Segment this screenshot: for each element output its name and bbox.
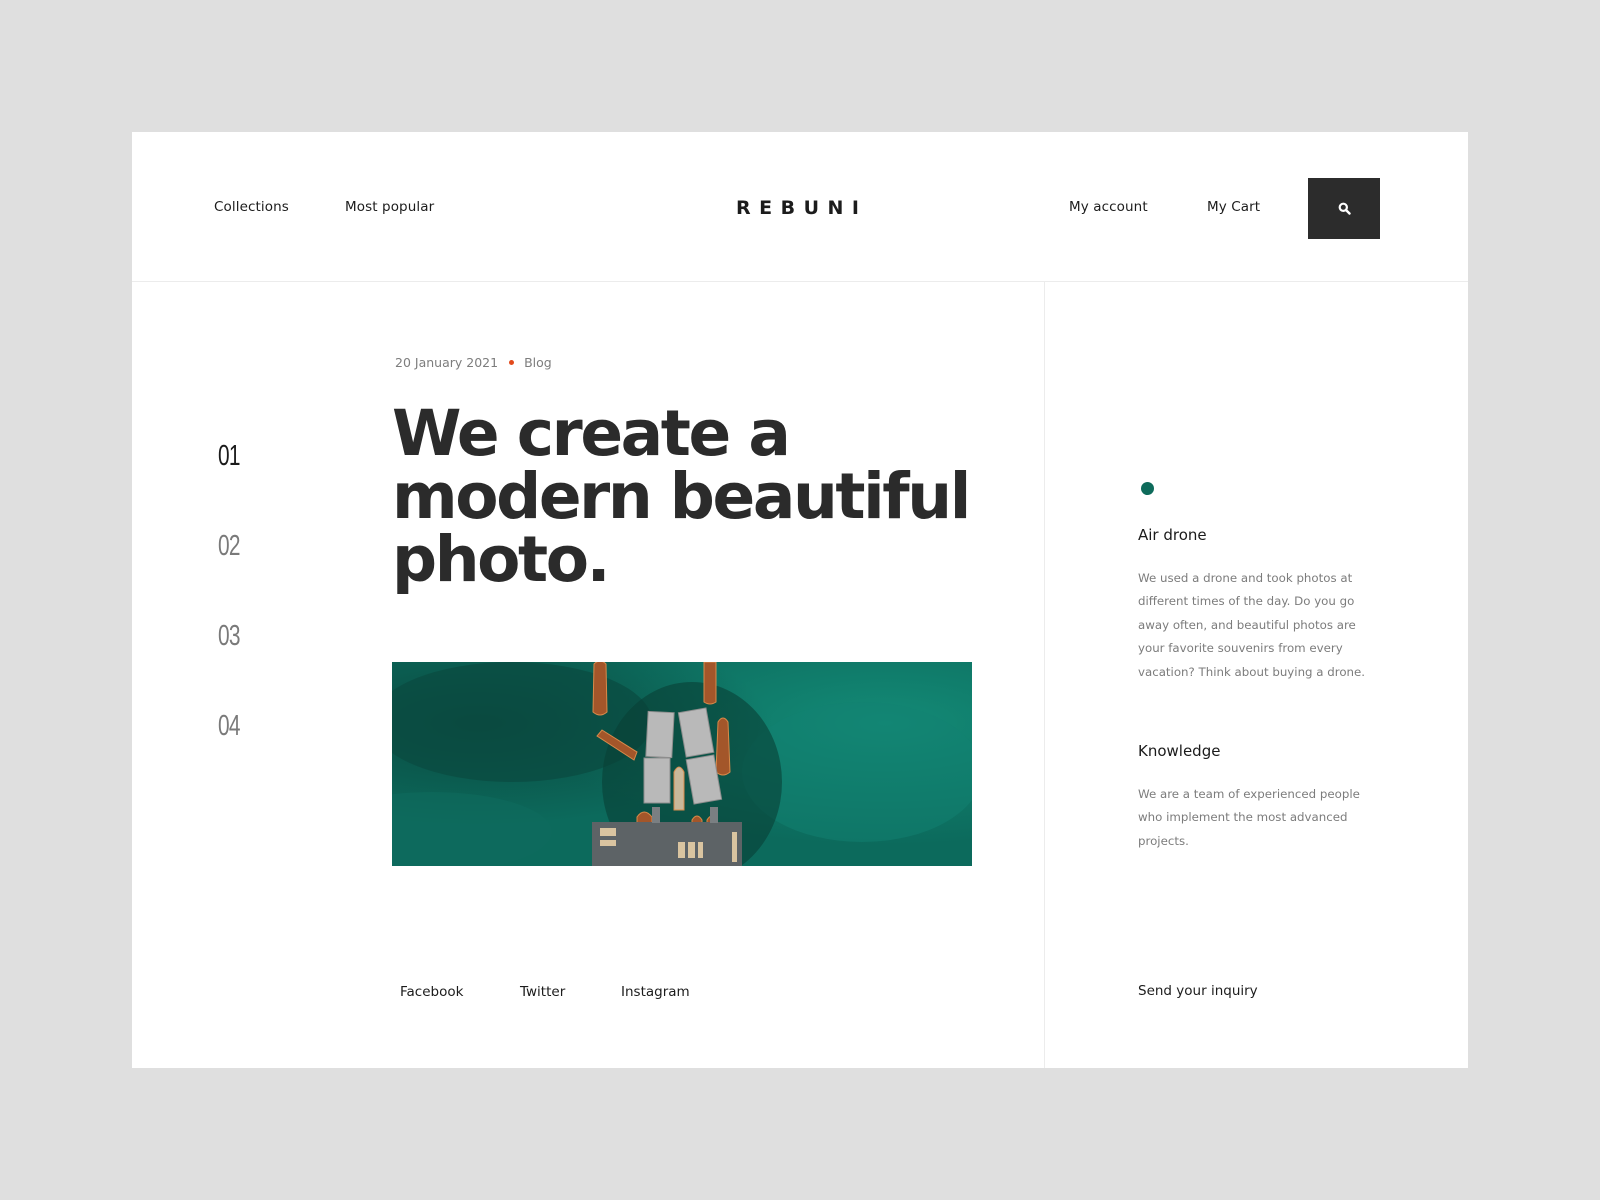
section-title-knowledge: Knowledge <box>1138 742 1221 760</box>
column-divider <box>1044 282 1045 1068</box>
nav-my-account[interactable]: My account <box>1069 199 1148 215</box>
article-headline: We create a modern beautiful photo. <box>392 397 971 596</box>
aerial-pier-image <box>392 662 972 866</box>
article-category[interactable]: Blog <box>524 355 552 370</box>
social-twitter[interactable]: Twitter <box>520 984 565 1000</box>
social-facebook[interactable]: Facebook <box>400 984 463 1000</box>
nav-most-popular[interactable]: Most popular <box>345 199 434 215</box>
section-text-air-drone: We used a drone and took photos at diffe… <box>1138 571 1366 679</box>
section-text-knowledge: We are a team of experienced people who … <box>1138 787 1360 848</box>
slide-number-02[interactable]: 02 <box>218 530 241 563</box>
article-meta: 20 January 2021 Blog <box>395 355 552 370</box>
nav-collections[interactable]: Collections <box>214 199 289 215</box>
page-card: Collections Most popular REBUNI My accou… <box>132 132 1468 1068</box>
article-photo <box>392 662 972 866</box>
search-button[interactable] <box>1308 178 1380 239</box>
social-instagram[interactable]: Instagram <box>621 984 690 1000</box>
section-title-air-drone: Air drone <box>1138 526 1207 544</box>
slide-number-04[interactable]: 04 <box>218 710 241 743</box>
separator-dot <box>509 360 515 365</box>
indicator-dot <box>1141 482 1154 495</box>
slide-number-01[interactable]: 01 <box>218 440 241 473</box>
site-header: Collections Most popular REBUNI My accou… <box>132 132 1468 282</box>
article-date: 20 January 2021 <box>395 355 499 370</box>
search-icon <box>1338 202 1351 215</box>
send-inquiry-link[interactable]: Send your inquiry <box>1138 983 1258 999</box>
site-logo[interactable]: REBUNI <box>736 197 868 219</box>
slide-number-03[interactable]: 03 <box>218 620 241 653</box>
nav-my-cart[interactable]: My Cart <box>1207 199 1260 215</box>
